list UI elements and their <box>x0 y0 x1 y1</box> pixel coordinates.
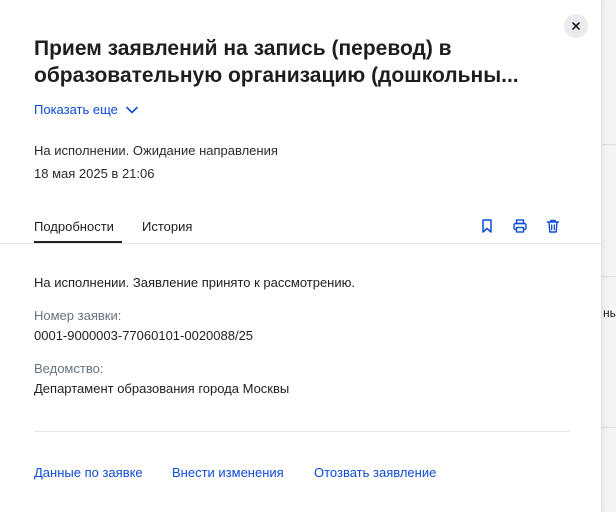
edit-request-link[interactable]: Внести изменения <box>172 465 284 480</box>
date-line: 18 мая 2025 в 21:06 <box>34 166 155 181</box>
print-icon[interactable] <box>512 218 528 234</box>
background-text: нь <box>603 306 616 320</box>
request-number-value: 0001-9000003-77060101-0020088/25 <box>34 328 254 343</box>
show-more-link[interactable]: Показать еще <box>34 102 138 117</box>
request-number-label: Номер заявки: <box>34 308 122 323</box>
trash-icon[interactable] <box>545 218 561 234</box>
background-divider <box>602 276 616 277</box>
status-message: На исполнении. Заявление принято к рассм… <box>34 275 355 290</box>
tab-history[interactable]: История <box>142 219 192 234</box>
bookmark-icon[interactable] <box>479 218 495 234</box>
background-page <box>602 0 616 512</box>
show-more-label: Показать еще <box>34 102 118 117</box>
close-icon <box>572 22 580 30</box>
close-button[interactable] <box>564 14 588 38</box>
content-divider <box>34 431 570 432</box>
department-label: Ведомство: <box>34 361 104 376</box>
chevron-down-icon <box>126 106 138 113</box>
department-value: Департамент образования города Москвы <box>34 381 290 396</box>
status-line: На исполнении. Ожидание направления <box>34 143 278 158</box>
tab-details[interactable]: Подробности <box>34 219 114 234</box>
request-data-link[interactable]: Данные по заявке <box>34 465 143 480</box>
background-divider <box>602 427 616 428</box>
request-details-modal: Прием заявлений на запись (перевод) в об… <box>0 0 602 512</box>
revoke-request-link[interactable]: Отозвать заявление <box>314 465 436 480</box>
page-title: Прием заявлений на запись (перевод) в об… <box>34 37 519 87</box>
tabs-divider <box>0 243 601 244</box>
background-divider <box>602 144 616 145</box>
